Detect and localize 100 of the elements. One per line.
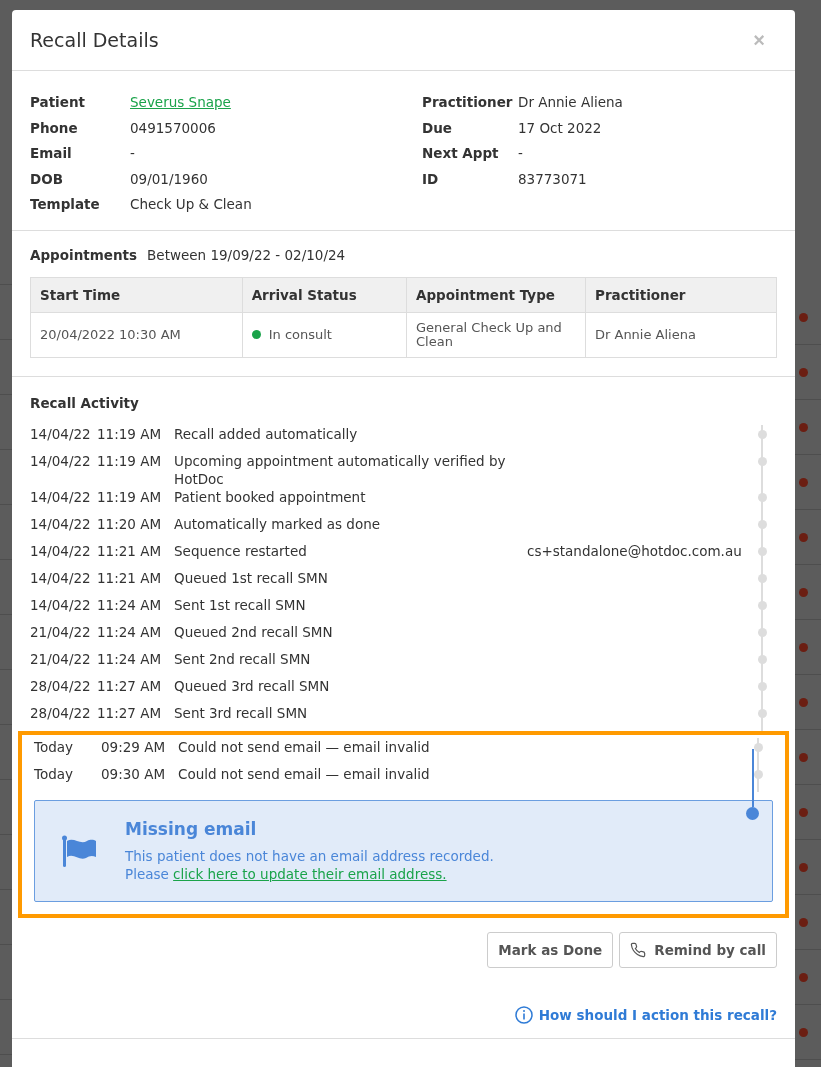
- detail-value: 17 Oct 2022: [518, 118, 603, 137]
- activity-text: Sent 3rd recall SMN: [174, 703, 309, 723]
- alert-title: Missing email: [125, 818, 258, 839]
- timeline-dot: [757, 456, 767, 466]
- activity-time: 11:21 AM: [97, 541, 163, 561]
- detail-value: Dr Annie Aliena: [518, 93, 624, 112]
- activity-time: 11:19 AM: [97, 451, 163, 471]
- table-cell: General Check Up and Clean: [406, 312, 586, 357]
- activity-user: cs+standalone@hotdoc.com.au: [527, 542, 742, 559]
- activity-time: 11:27 AM: [97, 676, 163, 696]
- status-dot: [799, 367, 808, 377]
- activity-time: 11:19 AM: [97, 424, 163, 444]
- activity-date: 14/04/22: [30, 541, 92, 561]
- phone-icon: [630, 941, 647, 958]
- status-dot: [799, 642, 808, 652]
- activity-date: 14/04/22: [30, 595, 92, 615]
- arrival-status: In consult: [268, 327, 332, 342]
- activity-date: 21/04/22: [30, 649, 92, 669]
- activity-text: Queued 2nd recall SMN: [174, 622, 334, 642]
- activity-time: 11:27 AM: [97, 703, 163, 723]
- status-dot: [799, 477, 808, 487]
- detail-label: ID: [422, 169, 440, 188]
- status-dot: [799, 862, 808, 872]
- activity-date: 14/04/22: [30, 424, 92, 444]
- activity-time: 11:20 AM: [97, 514, 163, 534]
- column-header: Practitioner: [585, 277, 777, 312]
- timeline-dot: [753, 769, 763, 779]
- appointments-range: Between 19/09/22 - 02/10/24: [147, 246, 346, 263]
- activity-text: Queued 3rd recall SMN: [174, 676, 331, 696]
- modal-title: Recall Details: [30, 29, 159, 51]
- activity-text: Could not send email — email invalid: [178, 764, 431, 784]
- column-header: Start Time: [30, 277, 243, 312]
- detail-value: -: [130, 144, 136, 163]
- activity-text: Could not send email — email invalid: [178, 737, 431, 757]
- status-dot: [799, 697, 808, 707]
- appointments-label: Appointments: [30, 246, 138, 263]
- timeline-dot: [757, 519, 767, 529]
- status-dot: [799, 1027, 808, 1037]
- detail-label: Phone: [30, 118, 79, 137]
- activity-date: 21/04/22: [30, 622, 92, 642]
- detail-label: Patient: [30, 93, 86, 112]
- detail-label: DOB: [30, 169, 64, 188]
- timeline-dot: [757, 573, 767, 583]
- activity-text: Recall added automatically: [174, 424, 359, 444]
- detail-label: Practitioner: [422, 93, 514, 112]
- activity-date: Today: [34, 764, 75, 784]
- timeline-dot: [757, 429, 767, 439]
- info-icon: [514, 1005, 533, 1024]
- detail-value: Check Up & Clean: [130, 195, 253, 214]
- activity-time: 11:21 AM: [97, 568, 163, 588]
- activity-text: Sequence restarted: [174, 541, 308, 561]
- activity-date: 28/04/22: [30, 703, 92, 723]
- timeline-dot: [757, 600, 767, 610]
- timeline-dot: [757, 627, 767, 637]
- timeline-current-marker: [746, 748, 759, 820]
- detail-label: Template: [30, 195, 101, 214]
- timeline-dot: [757, 492, 767, 502]
- status-dot: [799, 972, 808, 982]
- activity-time: 11:24 AM: [97, 622, 163, 642]
- status-dot: [799, 532, 808, 542]
- activity-date: 14/04/22: [30, 514, 92, 534]
- activity-date: 14/04/22: [30, 487, 92, 507]
- help-link[interactable]: How should I action this recall?: [514, 1005, 777, 1024]
- activity-text: Patient booked appointment: [174, 487, 367, 507]
- patient-link[interactable]: Severus Snape: [130, 93, 422, 112]
- status-dot: [799, 807, 808, 817]
- update-email-link[interactable]: click here to update their email address.: [173, 865, 447, 882]
- detail-value: 09/01/1960: [130, 169, 209, 188]
- timeline-dot: [757, 708, 767, 718]
- detail-value: -: [518, 144, 524, 163]
- timeline-dot: [757, 654, 767, 664]
- table-cell: 20/04/2022 10:30 AM: [30, 312, 243, 357]
- remind-call-button[interactable]: Remind by call: [619, 931, 777, 968]
- flag-icon: [62, 834, 98, 867]
- table-cell: Dr Annie Aliena: [585, 312, 777, 357]
- status-dot: [799, 422, 808, 432]
- status-dot: [799, 752, 808, 762]
- activity-date: 28/04/22: [30, 676, 92, 696]
- status-dot: [799, 587, 808, 597]
- activity-date: 14/04/22: [30, 451, 92, 471]
- activity-date: 14/04/22: [30, 568, 92, 588]
- section-title: Recall Activity: [30, 394, 140, 411]
- activity-time: 11:24 AM: [97, 649, 163, 669]
- column-header: Appointment Type: [406, 277, 586, 312]
- activity-time: 11:19 AM: [97, 487, 163, 507]
- activity-text: Queued 1st recall SMN: [174, 568, 329, 588]
- detail-label: Email: [30, 144, 73, 163]
- mark-done-button[interactable]: Mark as Done: [487, 931, 614, 968]
- activity-text: Sent 2nd recall SMN: [174, 649, 312, 669]
- alert-message: This patient does not have an email address recorded. Please click here to update their email address.: [125, 846, 495, 883]
- activity-text: Automatically marked as done: [174, 514, 382, 534]
- activity-time: 11:24 AM: [97, 595, 163, 615]
- activity-time: 09:30 AM: [101, 764, 167, 784]
- status-dot: [799, 917, 808, 927]
- timeline-dot: [753, 742, 763, 752]
- status-dot: [799, 312, 808, 322]
- detail-label: Due: [422, 118, 453, 137]
- activity-text: Sent 1st recall SMN: [174, 595, 307, 615]
- detail-value: 0491570006: [130, 118, 217, 137]
- timeline-dot: [757, 546, 767, 556]
